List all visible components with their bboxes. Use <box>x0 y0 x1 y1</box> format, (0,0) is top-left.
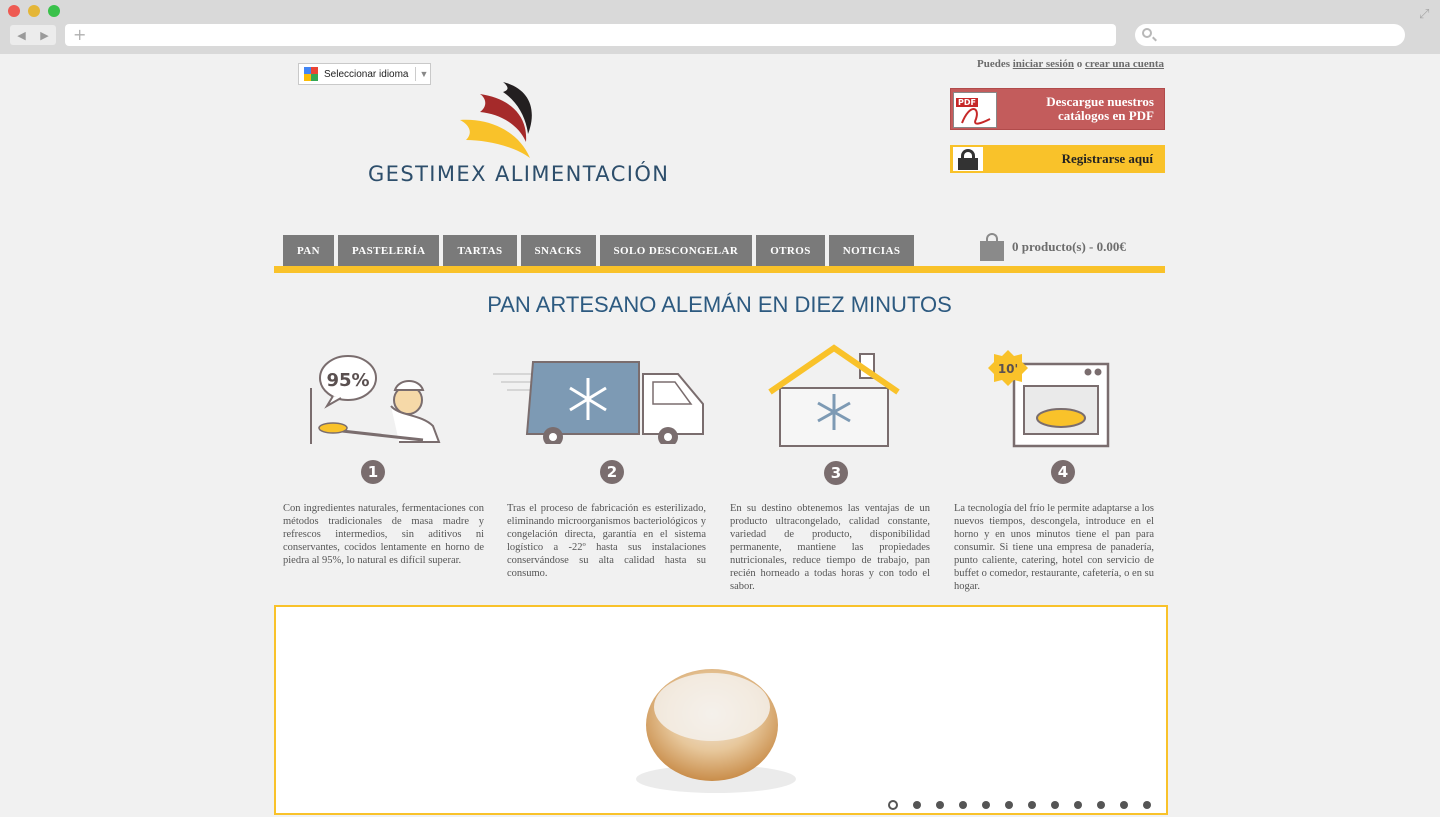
slider-dot[interactable] <box>1143 801 1151 809</box>
step-3-text: En su destino obtenemos las ventajas de … <box>730 503 930 592</box>
donut-image <box>636 669 796 793</box>
page-headline: PAN ARTESANO ALEMÁN EN DIEZ MINUTOS <box>487 292 952 317</box>
history-nav: ◀ ▶ <box>10 25 56 45</box>
fullscreen-icon[interactable]: ⤢ <box>1419 7 1433 22</box>
menu-item-pastelería[interactable]: PASTELERÍA <box>338 235 440 267</box>
slider-dot[interactable] <box>936 801 944 809</box>
account-links: Puedes iniciar sesión o crear una cuenta <box>949 58 1164 70</box>
menu-item-tartas[interactable]: TARTAS <box>443 235 517 267</box>
pdf-catalog-label: Descargue nuestros catálogos en PDF <box>1046 94 1154 123</box>
menu-item-solo-descongelar[interactable]: SOLO DESCONGELAR <box>599 235 753 267</box>
register-label: Registrarse aquí <box>1061 151 1153 166</box>
menu-underline <box>274 266 1165 273</box>
close-window-button[interactable] <box>8 5 20 17</box>
slider-dot[interactable] <box>1051 801 1059 809</box>
step-1-badge: 95% <box>326 370 369 391</box>
slider-dot[interactable] <box>1005 801 1013 809</box>
oven-icon: 10' <box>988 350 1110 448</box>
google-translate-icon <box>304 67 318 81</box>
step-1-number: 1 <box>361 460 385 484</box>
account-prefix: Puedes <box>976 58 1010 70</box>
slider-dot[interactable] <box>1120 801 1128 809</box>
main-menu: PAN PASTELERÍA TARTAS SNACKS SOLO DESCONGELA… <box>283 235 915 267</box>
menu-item-noticias[interactable]: NOTICIAS <box>828 235 915 267</box>
slider-pagination <box>888 800 1151 810</box>
freezer-truck-icon <box>493 361 704 444</box>
step-3-number: 3 <box>824 461 848 485</box>
baker-icon: 95% <box>310 355 441 444</box>
step-4-number: 4 <box>1051 460 1075 484</box>
account-middle: o <box>1076 58 1083 70</box>
slider-dot[interactable] <box>888 800 898 810</box>
search-icon <box>1142 28 1152 38</box>
maximize-window-button[interactable] <box>48 5 60 17</box>
minimize-window-button[interactable] <box>28 5 40 17</box>
site-logo[interactable]: GESTIMEX ALIMENTACIÓN <box>368 78 668 190</box>
browser-chrome: ◀ ▶ + ⤢ <box>0 0 1440 54</box>
forward-icon[interactable]: ▶ <box>40 29 48 42</box>
step-4-badge: 10' <box>998 362 1018 376</box>
new-tab-icon[interactable]: + <box>73 25 86 44</box>
register-button[interactable]: Registrarse aquí <box>950 145 1165 173</box>
back-icon[interactable]: ◀ <box>17 29 25 42</box>
product-slider[interactable] <box>274 605 1168 815</box>
slider-dot[interactable] <box>1097 801 1105 809</box>
browser-search-input[interactable] <box>1135 24 1405 46</box>
step-4-text: La tecnología del frío le permite adapta… <box>954 503 1154 592</box>
cart-summary: 0 producto(s) - 0.00€ <box>1012 239 1126 254</box>
slider-dot[interactable] <box>913 801 921 809</box>
lock-icon <box>953 147 983 171</box>
menu-item-snacks[interactable]: SNACKS <box>520 235 596 267</box>
login-link[interactable]: iniciar sesión <box>1013 58 1074 70</box>
cart[interactable]: 0 producto(s) - 0.00€ <box>980 232 1126 262</box>
logo-flame-icon <box>460 82 532 158</box>
pdf-catalog-button[interactable]: PDF Descargue nuestros catálogos en PDF <box>950 88 1165 130</box>
step-2-text: Tras el proceso de fabricación es esteri… <box>507 503 706 579</box>
logo-text: GESTIMEX ALIMENTACIÓN <box>368 162 670 186</box>
create-account-link[interactable]: crear una cuenta <box>1085 58 1164 70</box>
slider-dot[interactable] <box>1074 801 1082 809</box>
slider-dot[interactable] <box>1028 801 1036 809</box>
step-1-text: Con ingredientes naturales, fermentacion… <box>283 503 484 566</box>
menu-item-pan[interactable]: PAN <box>283 235 334 267</box>
slider-dot[interactable] <box>959 801 967 809</box>
address-bar[interactable]: + <box>65 24 1116 46</box>
pdf-icon: PDF <box>953 92 997 128</box>
frozen-house-icon <box>768 344 900 447</box>
page: Seleccionar idioma ▼ GESTIMEX ALIMENTACI… <box>0 54 1440 815</box>
step-2-number: 2 <box>600 460 624 484</box>
shopping-bag-icon <box>980 233 1004 261</box>
menu-item-otros[interactable]: OTROS <box>756 235 825 267</box>
slider-dot[interactable] <box>982 801 990 809</box>
